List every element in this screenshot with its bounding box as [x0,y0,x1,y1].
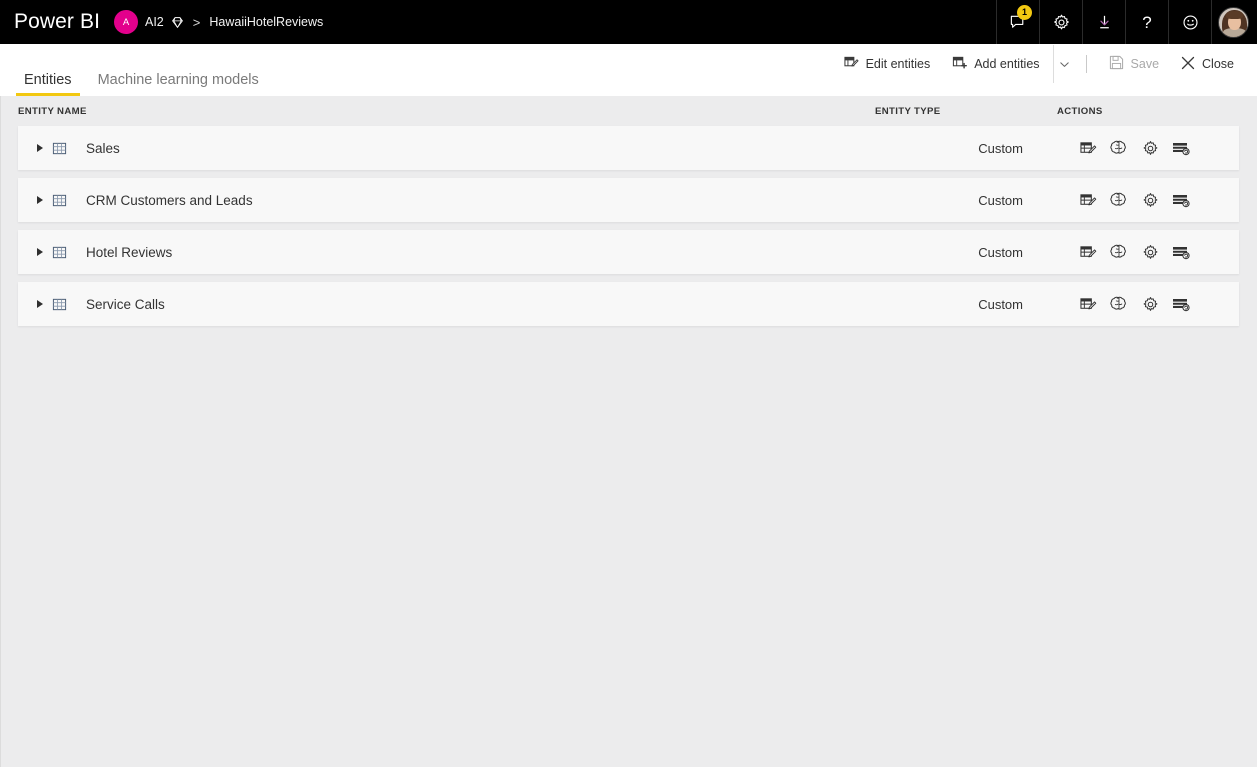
close-x-icon [1181,56,1195,73]
gear-icon [1053,14,1069,29]
question-mark-icon: ? [1142,12,1152,32]
entity-type-value: Custom [978,244,1023,260]
brain-ai-icon[interactable] [1109,138,1129,158]
table-row[interactable]: CRM Customers and Leads Custom [18,178,1239,222]
entity-name-cell: CRM Customers and Leads [18,190,858,210]
table-row[interactable]: Sales Custom [18,126,1239,170]
command-bar-divider [1085,55,1087,73]
table-icon [52,245,67,260]
breadcrumb: A AI2 > HawaiiHotelReviews [114,10,323,34]
breadcrumb-separator: > [192,14,201,30]
edit-entity-icon[interactable] [1078,190,1098,210]
expand-row-chevron-right-icon[interactable] [30,294,50,314]
command-bar-actions: Edit entities Add entities Save Close [833,44,1245,84]
edit-entities-button[interactable]: Edit entities [833,45,942,83]
edit-entities-label: Edit entities [865,56,931,71]
command-bar: Entities Machine learning models Edit en… [0,44,1257,96]
download-button[interactable] [1082,0,1125,44]
table-row[interactable]: Service Calls Custom [18,282,1239,326]
entities-table-header: ENTITY NAME ENTITY TYPE ACTIONS [1,96,1257,126]
entity-type-value: Custom [978,296,1023,312]
row-actions [1023,190,1239,210]
table-icon [52,193,67,208]
user-avatar-photo [1217,6,1249,38]
account-button[interactable] [1211,0,1257,44]
incremental-refresh-icon[interactable] [1171,190,1191,210]
entity-name-label: Hotel Reviews [86,244,173,260]
entity-settings-gear-icon[interactable] [1140,294,1160,314]
entity-name-label: Service Calls [86,296,165,312]
save-button[interactable]: Save [1098,45,1171,83]
brain-ai-icon[interactable] [1109,242,1129,262]
breadcrumb-workspace-link[interactable]: AI2 [145,15,164,29]
add-entities-button[interactable]: Add entities [941,45,1050,83]
entities-content-area: ENTITY NAME ENTITY TYPE ACTIONS Sales Cu… [0,96,1257,767]
brain-ai-icon[interactable] [1109,190,1129,210]
top-navigation-bar: Power BI A AI2 > HawaiiHotelReviews 1 ? [0,0,1257,44]
entity-name-cell: Service Calls [18,294,858,314]
table-edit-icon [844,55,859,73]
entity-name-label: Sales [86,140,120,156]
edit-entity-icon[interactable] [1078,138,1098,158]
expand-row-chevron-right-icon[interactable] [30,138,50,158]
table-add-icon [952,55,968,73]
workspace-avatar[interactable]: A [114,10,138,34]
add-entities-dropdown-chevron[interactable] [1052,45,1075,83]
entity-settings-gear-icon[interactable] [1140,190,1160,210]
download-arrow-icon [1099,15,1109,28]
incremental-refresh-icon[interactable] [1171,294,1191,314]
row-actions [1023,242,1239,262]
smiley-face-icon [1182,14,1198,30]
edit-entity-icon[interactable] [1078,294,1098,314]
breadcrumb-dataflow-name: HawaiiHotelReviews [209,15,324,29]
entity-type-value: Custom [978,192,1023,208]
column-header-actions: ACTIONS [1057,105,1103,117]
table-row[interactable]: Hotel Reviews Custom [18,230,1239,274]
power-bi-dataflow-page: Power BI A AI2 > HawaiiHotelReviews 1 ? … [0,0,1257,767]
incremental-refresh-icon[interactable] [1171,242,1191,262]
column-header-entity-type: ENTITY TYPE [875,105,941,117]
notification-badge-count: 1 [1017,5,1032,20]
table-icon [52,141,67,156]
expand-row-chevron-right-icon[interactable] [30,190,50,210]
entity-settings-gear-icon[interactable] [1140,242,1160,262]
settings-button[interactable] [1039,0,1082,44]
close-label: Close [1202,56,1234,71]
entities-list: Sales Custom CRM Customers and Leads Cus… [1,126,1257,326]
expand-row-chevron-right-icon[interactable] [30,242,50,262]
feedback-button[interactable] [1168,0,1211,44]
entity-type-value: Custom [978,140,1023,156]
notifications-button[interactable]: 1 [996,0,1039,44]
tab-entities[interactable]: Entities [16,71,80,97]
incremental-refresh-icon[interactable] [1171,138,1191,158]
save-disk-icon [1109,55,1124,73]
premium-diamond-icon [171,16,184,29]
chevron-down-icon [1059,61,1069,67]
entity-name-cell: Hotel Reviews [18,242,858,262]
tab-machine-learning-models[interactable]: Machine learning models [90,71,267,97]
add-entities-label: Add entities [974,56,1040,71]
table-icon [52,297,67,312]
entity-settings-gear-icon[interactable] [1140,138,1160,158]
brain-ai-icon[interactable] [1109,294,1129,314]
entity-name-cell: Sales [18,138,858,158]
tab-machine-learning-models-label: Machine learning models [97,71,259,88]
column-header-entity-name: ENTITY NAME [18,105,87,117]
row-actions [1023,138,1239,158]
save-label: Save [1130,56,1160,71]
close-button[interactable]: Close [1170,45,1245,83]
tab-list: Entities Machine learning models [0,44,267,96]
help-button[interactable]: ? [1125,0,1168,44]
edit-entity-icon[interactable] [1078,242,1098,262]
row-actions [1023,294,1239,314]
entity-name-label: CRM Customers and Leads [86,192,253,208]
power-bi-logo[interactable]: Power BI [0,0,114,44]
tab-entities-label: Entities [24,71,72,88]
topbar-actions: 1 ? [996,0,1257,44]
